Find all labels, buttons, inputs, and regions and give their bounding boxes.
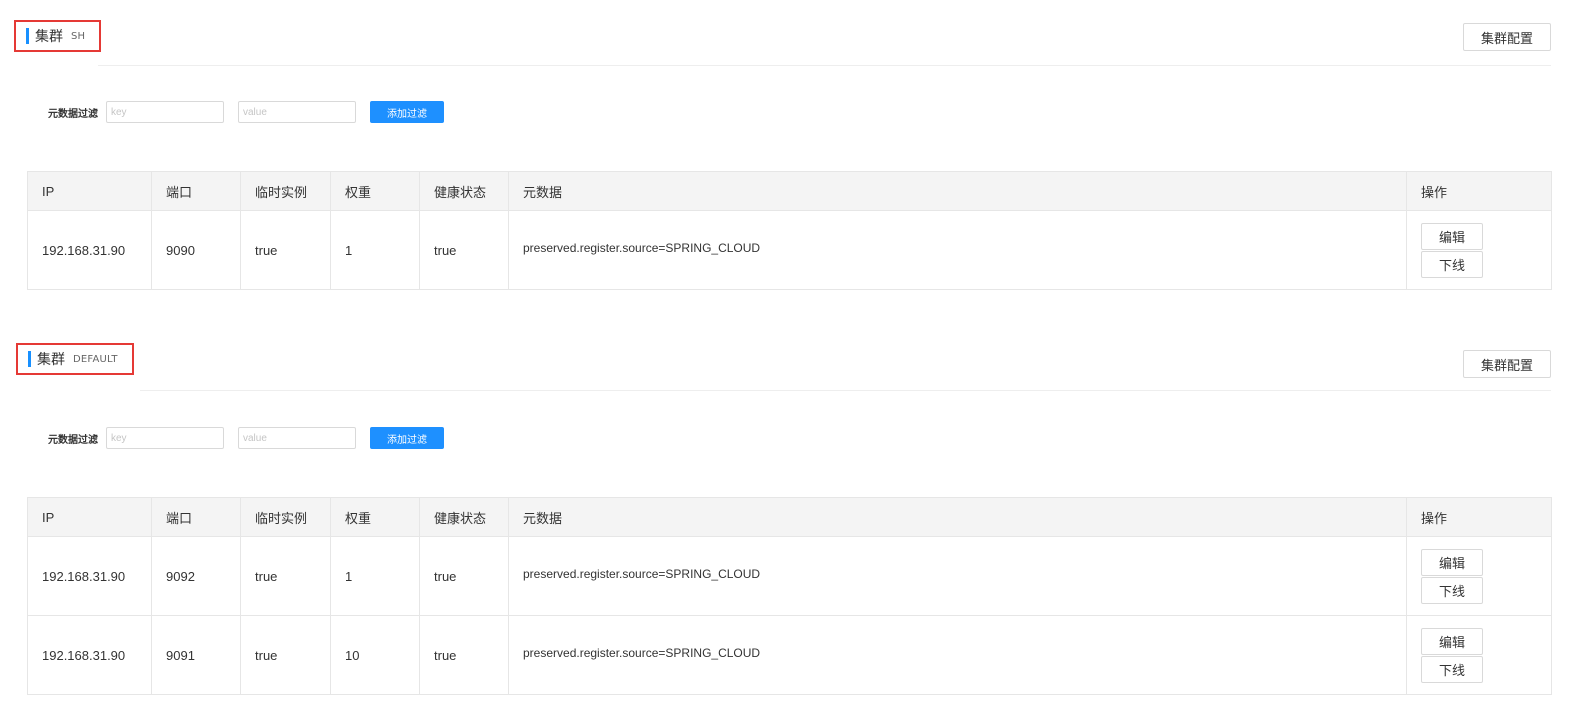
offline-button[interactable]: 下线 [1421,655,1483,683]
column-header-weight: 权重 [330,497,420,537]
table-header-row: IP 端口 临时实例 权重 健康状态 元数据 操作 [27,171,1552,211]
add-filter-button[interactable]: 添加过滤 [370,427,444,449]
cluster-title: 集群 [35,29,63,45]
filter-label: 元数据过滤 [48,434,98,446]
add-filter-button[interactable]: 添加过滤 [370,101,444,123]
column-header-port: 端口 [151,497,241,537]
cluster-header: 集群 SH [14,20,102,52]
cell-ip: 192.168.31.90 [27,210,152,290]
cell-port: 9090 [151,210,241,290]
cell-ip: 192.168.31.90 [27,615,152,695]
cluster-config-button[interactable]: 集群配置 [1463,23,1551,51]
column-header-metadata: 元数据 [508,171,1407,211]
cell-port: 9091 [151,615,241,695]
table-row: 192.168.31.90 9091 true 10 true preserve… [27,615,1552,695]
edit-button[interactable]: 编辑 [1421,222,1483,250]
metadata-filter: 元数据过滤 添加过滤 [48,101,444,123]
accent-bar [26,28,29,44]
cell-port: 9092 [151,536,241,616]
cluster-name: SH [71,30,86,42]
filter-key-input[interactable] [106,101,224,123]
filter-label: 元数据过滤 [48,108,98,120]
filter-value-input[interactable] [238,427,356,449]
cell-healthy: true [419,210,509,290]
cluster-config-button[interactable]: 集群配置 [1463,350,1551,378]
cell-actions: 编辑 下线 [1406,615,1552,695]
cell-actions: 编辑 下线 [1406,536,1552,616]
cell-ip: 192.168.31.90 [27,536,152,616]
cell-ephemeral: true [240,536,331,616]
cell-metadata: preserved.register.source=SPRING_CLOUD [508,615,1407,695]
column-header-health: 健康状态 [419,497,509,537]
column-header-ephemeral: 临时实例 [240,497,331,537]
column-header-ephemeral: 临时实例 [240,171,331,211]
instance-table: IP 端口 临时实例 权重 健康状态 元数据 操作 192.168.31.90 … [27,171,1552,290]
column-header-ip: IP [27,171,152,211]
filter-value-input[interactable] [238,101,356,123]
cell-weight: 1 [330,210,420,290]
column-header-health: 健康状态 [419,171,509,211]
section-divider [140,390,1551,391]
edit-button[interactable]: 编辑 [1421,627,1483,655]
cell-metadata: preserved.register.source=SPRING_CLOUD [508,210,1407,290]
cell-healthy: true [419,615,509,695]
cell-ephemeral: true [240,210,331,290]
column-header-actions: 操作 [1406,171,1552,211]
cluster-name: DEFAULT [73,353,118,365]
section-divider [98,65,1551,66]
column-header-weight: 权重 [330,171,420,211]
offline-button[interactable]: 下线 [1421,576,1483,604]
cell-actions: 编辑 下线 [1406,210,1552,290]
accent-bar [28,351,31,367]
column-header-ip: IP [27,497,152,537]
cluster-header: 集群 DEFAULT [16,343,134,375]
table-header-row: IP 端口 临时实例 权重 健康状态 元数据 操作 [27,497,1552,537]
cell-healthy: true [419,536,509,616]
cell-ephemeral: true [240,615,331,695]
cell-weight: 1 [330,536,420,616]
metadata-filter: 元数据过滤 添加过滤 [48,427,444,449]
column-header-port: 端口 [151,171,241,211]
filter-key-input[interactable] [106,427,224,449]
offline-button[interactable]: 下线 [1421,250,1483,278]
cell-metadata: preserved.register.source=SPRING_CLOUD [508,536,1407,616]
table-row: 192.168.31.90 9092 true 1 true preserved… [27,536,1552,616]
column-header-actions: 操作 [1406,497,1552,537]
cell-weight: 10 [330,615,420,695]
cluster-title: 集群 [37,352,65,368]
edit-button[interactable]: 编辑 [1421,548,1483,576]
table-row: 192.168.31.90 9090 true 1 true preserved… [27,210,1552,290]
column-header-metadata: 元数据 [508,497,1407,537]
instance-table: IP 端口 临时实例 权重 健康状态 元数据 操作 192.168.31.90 … [27,497,1552,695]
